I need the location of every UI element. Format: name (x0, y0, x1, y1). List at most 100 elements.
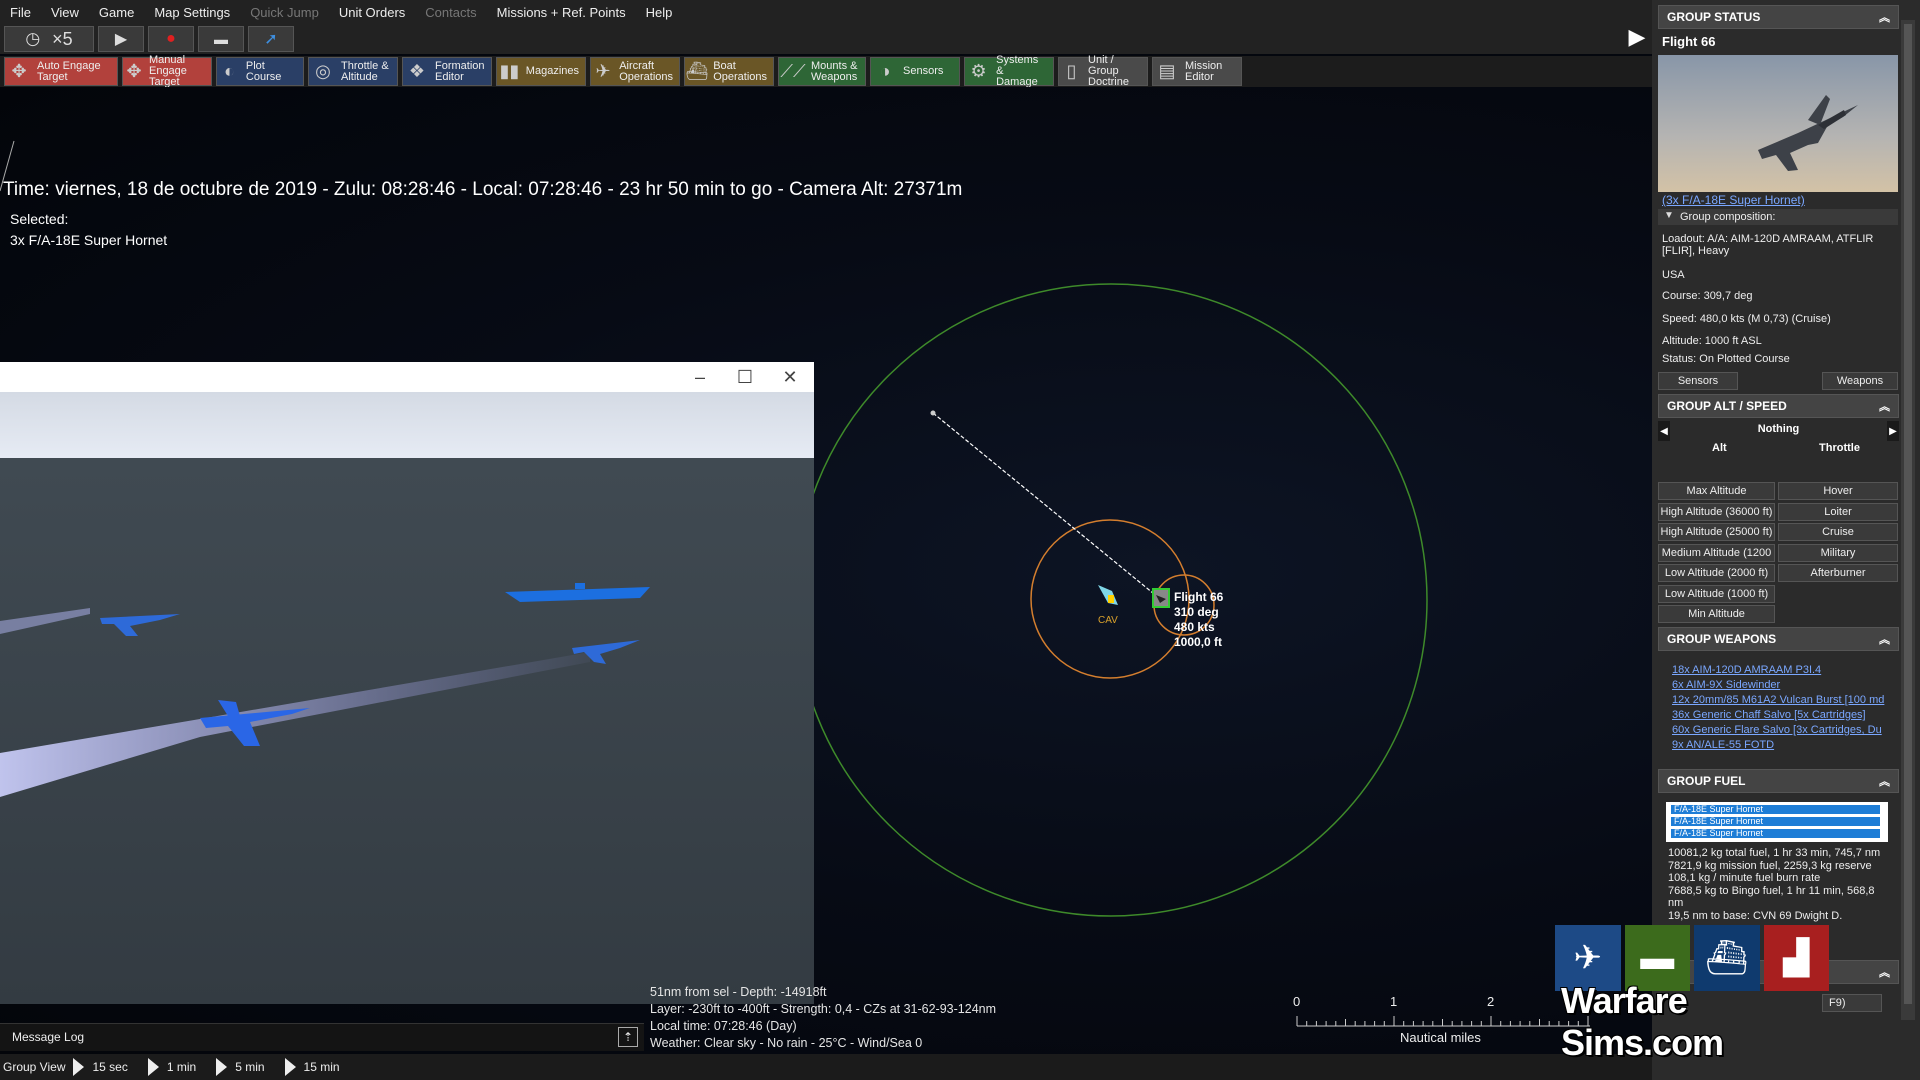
arrow-icon: ➚ (264, 31, 278, 48)
logo-text: Warfare Sims.com (1561, 980, 1724, 1063)
manual-engage-target-button[interactable]: ✥ Manual Engage Target (122, 55, 212, 88)
weapon-link[interactable]: 18x AIM-120D AMRAAM P3I.4 (1672, 664, 1821, 676)
scrollbar-thumb[interactable] (1904, 24, 1912, 1004)
group-weapons-header[interactable]: GROUP WEAPONS ︽ (1658, 627, 1899, 651)
time-step-label: 5 min (235, 1060, 265, 1074)
boat-operations-button[interactable]: ⛴ Boat Operations (684, 57, 774, 86)
record-button[interactable]: ● (148, 26, 194, 52)
cursor-info: 51nm from sel - Depth: -14918ft Layer: -… (650, 984, 996, 1052)
speed-label: ×5 (52, 28, 73, 49)
throttle-altitude-label: Throttle & Altitude (341, 59, 389, 83)
menu-missions-ref-points[interactable]: Missions + Ref. Points (487, 5, 636, 20)
car-view-button[interactable]: ▬ (198, 26, 244, 52)
formation-editor-label: Formation Editor (435, 60, 485, 83)
group-composition-toggle[interactable]: ▼ Group composition: (1658, 209, 1898, 225)
boat-operations-icon: ⛴ (685, 61, 709, 81)
group-composition-link[interactable]: (3x F/A-18E Super Hornet) (1662, 193, 1805, 207)
boat-operations-label: Boat Operations (713, 60, 767, 83)
alt-label: Alt (1712, 442, 1727, 454)
menu-map-settings[interactable]: Map Settings (144, 5, 240, 20)
unit-group-doctrine-button[interactable]: ▯ Unit / Group Doctrine (1058, 55, 1148, 88)
sensors-button[interactable]: ◑ Sensors (870, 57, 960, 86)
altitude-button[interactable]: Min Altitude (1658, 605, 1775, 623)
info-line-weather: Weather: Clear sky - No rain - 25°C - Wi… (650, 1036, 923, 1050)
menu-file[interactable]: File (0, 5, 41, 20)
time-compression-button[interactable]: ◷ ×5 (4, 26, 94, 52)
message-log-expand-icon[interactable]: ⇡ (618, 1027, 638, 1047)
boat-operations-label-line2: Operations (713, 70, 767, 83)
auto-engage-target-button[interactable]: ✥ Auto Engage Target (4, 57, 118, 86)
weapon-link[interactable]: 12x 20mm/85 M61A2 Vulcan Burst [100 md (1672, 694, 1884, 706)
plot-course-icon: ◐ (224, 61, 235, 81)
panel-scrollbar[interactable] (1901, 20, 1915, 1020)
magazines-icon: ▮▮ (499, 61, 520, 81)
systems-damage-label-line1: Systems & (996, 54, 1039, 77)
altitude-button[interactable]: Medium Altitude (1200 (1658, 543, 1775, 562)
magazines-label-line1: Magazines (525, 65, 579, 77)
systems-damage-button[interactable]: ⚙ Systems & Damage (964, 54, 1054, 88)
altitude-button[interactable]: Low Altitude (2000 ft) (1658, 564, 1775, 582)
weapon-link[interactable]: 9x AN/ALE-55 FOTD (1672, 739, 1774, 751)
message-log-bar[interactable]: Message Log ⇡ (0, 1023, 644, 1051)
altitude-button[interactable]: High Altitude (36000 ft) (1658, 502, 1775, 521)
throttle-button[interactable]: Loiter (1778, 502, 1898, 521)
time-step-15-min[interactable]: 15 min (284, 1058, 352, 1076)
plot-course-button[interactable]: ◐ Plot Course (216, 57, 304, 86)
status-text: Status: On Plotted Course (1662, 353, 1790, 365)
throttle-button[interactable]: Cruise (1778, 523, 1898, 541)
panel-collapse-button[interactable]: ▶ (1622, 24, 1652, 50)
time-step-label: 15 min (303, 1060, 340, 1074)
altitude-button[interactable]: High Altitude (25000 ft) (1658, 523, 1775, 541)
weapon-link[interactable]: 6x AIM-9X Sidewinder (1672, 679, 1780, 691)
menu-view[interactable]: View (41, 5, 89, 20)
selector-prev-icon[interactable]: ◀ (1658, 421, 1670, 441)
time-step-1-min[interactable]: 1 min (147, 1058, 208, 1076)
preset-selector[interactable]: Nothing (1670, 423, 1887, 435)
formation-editor-button[interactable]: ❖ Formation Editor (402, 57, 492, 86)
magazines-button[interactable]: ▮▮ Magazines (496, 57, 586, 86)
throttle-button[interactable]: Military (1778, 543, 1898, 562)
altitude-button[interactable]: Max Altitude (1658, 482, 1775, 500)
fuel-details: 10081,2 kg total fuel, 1 hr 33 min, 745,… (1668, 847, 1880, 922)
time-step-15-sec[interactable]: 15 sec (73, 1058, 139, 1076)
country-text: USA (1662, 269, 1685, 281)
menu-contacts[interactable]: Contacts (415, 5, 486, 20)
mounts-weapons-button[interactable]: ⟋⟋ Mounts & Weapons (778, 57, 866, 86)
weapon-link[interactable]: 36x Generic Chaff Salvo [5x Cartridges] (1672, 709, 1866, 721)
play-step-icon (147, 1058, 159, 1076)
group-composition-label: Group composition: (1680, 211, 1776, 223)
menu-help[interactable]: Help (636, 5, 683, 20)
mission-editor-label-line1: Mission (1185, 59, 1223, 72)
weapon-link[interactable]: 60x Generic Flare Salvo [3x Cartridges, … (1672, 724, 1882, 736)
flight-66-icon[interactable] (1152, 588, 1170, 608)
play-step-icon (73, 1058, 85, 1076)
weapons-button[interactable]: Weapons (1822, 372, 1898, 390)
3d-scene (0, 583, 650, 797)
menu-game[interactable]: Game (89, 5, 144, 20)
alt-speed-header[interactable]: GROUP ALT / SPEED ︽ (1658, 394, 1899, 418)
group-status-header[interactable]: GROUP STATUS ︽ (1658, 5, 1899, 29)
toolbar: ✥ Auto Engage Target ✥ Manual Engage Target ◐ P… (0, 54, 1659, 88)
throttle-button[interactable]: Afterburner (1778, 564, 1898, 582)
mission-editor-button[interactable]: ▤ Mission Editor (1152, 57, 1242, 86)
sensors-icon: ◑ (879, 61, 891, 81)
time-step-5-min[interactable]: 5 min (216, 1058, 276, 1076)
waypoint-marker[interactable] (930, 410, 936, 416)
sensors-button[interactable]: Sensors (1658, 372, 1738, 390)
menu-quick-jump[interactable]: Quick Jump (240, 5, 329, 20)
play-button[interactable]: ▶ (98, 26, 144, 52)
throttle-altitude-button[interactable]: ◎ Throttle & Altitude (308, 57, 398, 86)
cav-icon[interactable] (1098, 585, 1118, 605)
aircraft-operations-button[interactable]: ✈ Aircraft Operations (590, 57, 680, 86)
course-arrow-button[interactable]: ➚ (248, 26, 294, 52)
contrail-main (0, 652, 590, 797)
throttle-altitude-label-line1: Throttle & (341, 59, 389, 72)
jet-model-left (100, 614, 180, 636)
selector-next-icon[interactable]: ▶ (1887, 421, 1899, 441)
group-fuel-header[interactable]: GROUP FUEL ︽ (1658, 769, 1899, 793)
menu-unit-orders[interactable]: Unit Orders (329, 5, 415, 20)
manual-engage-target-label: Manual Engage Target (149, 55, 205, 88)
altitude-button[interactable]: Low Altitude (1000 ft) (1658, 584, 1775, 603)
throttle-button[interactable]: Hover (1778, 482, 1898, 500)
unit-name: Flight 66 (1174, 590, 1224, 604)
